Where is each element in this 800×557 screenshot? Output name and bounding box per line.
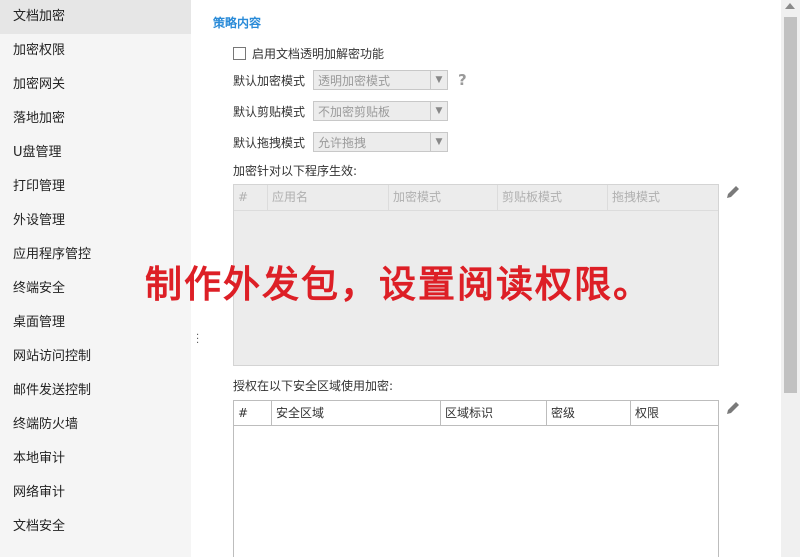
chevron-down-icon[interactable]: ▼ bbox=[430, 102, 447, 120]
column-index[interactable]: # bbox=[234, 401, 272, 425]
drag-mode-value: 允许拖拽 bbox=[318, 135, 367, 150]
setting-row-encryption-mode: 默认加密模式 透明加密模式 ▼ ? bbox=[233, 70, 467, 90]
encryption-mode-select[interactable]: 透明加密模式 ▼ bbox=[313, 70, 448, 90]
zones-label: 授权在以下安全区域使用加密: bbox=[233, 379, 394, 393]
zones-table[interactable]: # 安全区域 区域标识 密级 权限 bbox=[233, 400, 719, 557]
section-title: 策略内容 bbox=[213, 16, 262, 30]
sidebar-item-web-access-control[interactable]: 网站访问控制 bbox=[0, 340, 191, 374]
column-index[interactable]: # bbox=[234, 185, 268, 210]
chevron-down-icon[interactable]: ▼ bbox=[430, 71, 447, 89]
sidebar-item-usb-management[interactable]: U盘管理 bbox=[0, 136, 191, 170]
sidebar-item-network-audit[interactable]: 网络审计 bbox=[0, 476, 191, 510]
pencil-icon[interactable] bbox=[725, 400, 741, 416]
drag-mode-select[interactable]: 允许拖拽 ▼ bbox=[313, 132, 448, 152]
enable-encryption-label: 启用文档透明加解密功能 bbox=[252, 47, 385, 61]
programs-label: 加密针对以下程序生效: bbox=[233, 164, 358, 178]
question-mark-icon[interactable]: ? bbox=[458, 71, 467, 89]
column-drag-mode[interactable]: 拖拽模式 bbox=[608, 185, 718, 210]
pencil-icon[interactable] bbox=[725, 184, 741, 200]
sidebar-item-desktop-management[interactable]: 桌面管理 bbox=[0, 306, 191, 340]
vertical-scrollbar[interactable] bbox=[781, 0, 800, 557]
column-classification[interactable]: 密级 bbox=[547, 401, 631, 425]
encryption-mode-label: 默认加密模式 bbox=[233, 73, 306, 88]
sidebar-item-encryption-gateway[interactable]: 加密网关 bbox=[0, 68, 191, 102]
column-app-name[interactable]: 应用名 bbox=[268, 185, 389, 210]
column-zone-id[interactable]: 区域标识 bbox=[441, 401, 547, 425]
sidebar-item-endpoint-firewall[interactable]: 终端防火墙 bbox=[0, 408, 191, 442]
clipboard-mode-label: 默认剪贴模式 bbox=[233, 104, 306, 119]
scrollbar-thumb[interactable] bbox=[784, 17, 797, 393]
scroll-up-arrow-icon[interactable] bbox=[785, 3, 795, 9]
sidebar-item-encryption-permissions[interactable]: 加密权限 bbox=[0, 34, 191, 68]
column-clipboard-mode[interactable]: 剪贴板模式 bbox=[498, 185, 608, 210]
sidebar-item-print-management[interactable]: 打印管理 bbox=[0, 170, 191, 204]
column-security-zone[interactable]: 安全区域 bbox=[272, 401, 441, 425]
column-permission[interactable]: 权限 bbox=[631, 401, 718, 425]
sidebar-item-mail-send-control[interactable]: 邮件发送控制 bbox=[0, 374, 191, 408]
sidebar-item-doc-encryption[interactable]: 文档加密 bbox=[0, 0, 191, 34]
clipboard-mode-select[interactable]: 不加密剪贴板 ▼ bbox=[313, 101, 448, 121]
overlay-caption: 制作外发包，设置阅读权限。 bbox=[145, 263, 652, 306]
chevron-down-icon[interactable]: ▼ bbox=[430, 133, 447, 151]
enable-encryption-row[interactable]: 启用文档透明加解密功能 bbox=[233, 45, 384, 62]
sidebar-item-local-audit[interactable]: 本地审计 bbox=[0, 442, 191, 476]
sidebar-item-doc-security[interactable]: 文档安全 bbox=[0, 510, 191, 544]
enable-encryption-checkbox[interactable] bbox=[233, 47, 246, 60]
programs-table-header: # 应用名 加密模式 剪贴板模式 拖拽模式 bbox=[234, 185, 718, 211]
setting-row-drag-mode: 默认拖拽模式 允许拖拽 ▼ bbox=[233, 132, 448, 152]
column-encryption-mode[interactable]: 加密模式 bbox=[389, 185, 498, 210]
sidebar-item-peripheral-management[interactable]: 外设管理 bbox=[0, 204, 191, 238]
encryption-mode-value: 透明加密模式 bbox=[318, 73, 391, 88]
sidebar-item-landing-encryption[interactable]: 落地加密 bbox=[0, 102, 191, 136]
clipboard-mode-value: 不加密剪贴板 bbox=[318, 104, 391, 119]
splitter-grip-icon[interactable]: · · · bbox=[196, 331, 199, 349]
setting-row-clipboard-mode: 默认剪贴模式 不加密剪贴板 ▼ bbox=[233, 101, 448, 121]
zones-table-header: # 安全区域 区域标识 密级 权限 bbox=[234, 401, 718, 426]
drag-mode-label: 默认拖拽模式 bbox=[233, 135, 306, 150]
